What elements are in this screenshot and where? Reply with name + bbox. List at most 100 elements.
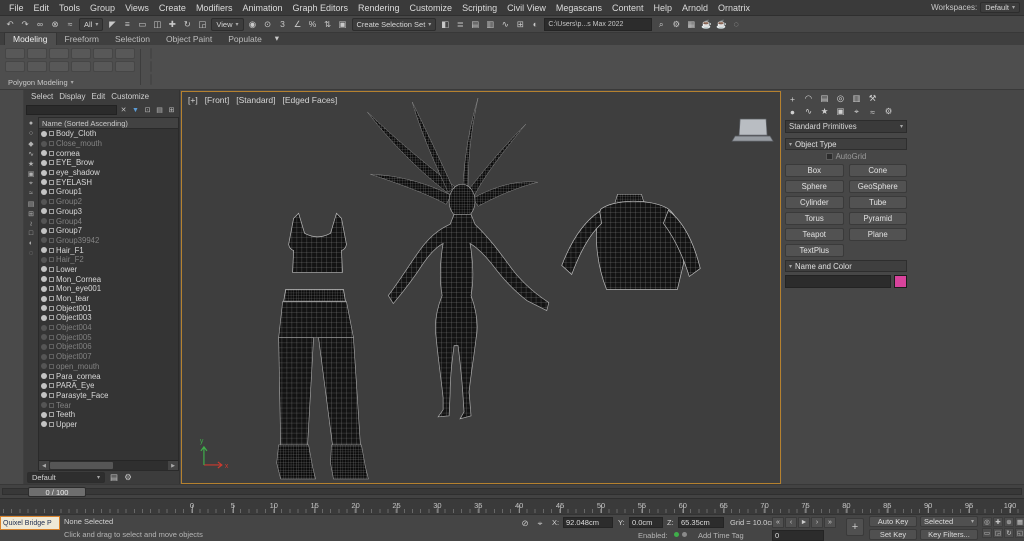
current-frame-field[interactable]: 0 (772, 530, 824, 541)
ribbon-tool-icon[interactable] (5, 48, 25, 59)
visibility-eye-icon[interactable] (41, 141, 47, 147)
isolate-selection-icon[interactable]: ◎ (982, 517, 992, 527)
primitive-pyramid-button[interactable]: Pyramid (849, 212, 908, 225)
time-slider-handle[interactable]: 0 / 100 (28, 487, 86, 497)
visibility-eye-icon[interactable] (41, 373, 47, 379)
primitive-box-button[interactable]: Box (785, 164, 844, 177)
rectangular-selection-region-icon[interactable]: ▭ (135, 18, 149, 31)
spinner-snap-icon[interactable]: ⇅ (321, 18, 335, 31)
auto-key-button[interactable]: Auto Key (869, 516, 917, 527)
lights-category-icon[interactable]: ★ (817, 106, 832, 118)
ribbon-tab-object-paint[interactable]: Object Paint (158, 33, 220, 45)
scene-object-row[interactable]: PARA_Eye (39, 381, 178, 391)
modify-tab-icon[interactable]: ◠ (801, 93, 816, 105)
key-filters-button[interactable]: Key Filters... (920, 529, 978, 540)
scene-object-row[interactable]: Mon_tear (39, 294, 178, 304)
time-slider[interactable]: 0 / 100 (0, 484, 1024, 498)
explorer-horizontal-scrollbar[interactable]: ◀ ▶ (39, 460, 178, 470)
object-name-input[interactable] (785, 275, 891, 288)
model-laptop[interactable] (732, 119, 773, 141)
select-link-icon[interactable]: ∞ (33, 18, 47, 31)
model-tank-top[interactable] (289, 213, 347, 272)
display-all-icon[interactable]: ● (26, 119, 37, 128)
scene-object-row[interactable]: Mon_Cornea (39, 274, 178, 284)
scene-object-row[interactable]: Teeth (39, 410, 178, 420)
scroll-left-arrow-icon[interactable]: ◀ (39, 461, 49, 470)
menu-ornatrix[interactable]: Ornatrix (713, 3, 755, 13)
explorer-menu-select[interactable]: Select (28, 92, 56, 101)
hierarchy-tab-icon[interactable]: ▤ (817, 93, 832, 105)
redo-icon[interactable]: ↷ (18, 18, 32, 31)
viewport-canvas[interactable]: x y (182, 92, 780, 483)
ribbon-tab-modeling[interactable]: Modeling (4, 32, 57, 45)
display-bones-icon[interactable]: ≀ (26, 219, 37, 228)
display-cameras-icon[interactable]: ▣ (26, 169, 37, 178)
display-none-icon[interactable]: ○ (26, 129, 37, 138)
display-groups-icon[interactable]: ▤ (26, 199, 37, 208)
enabled-dot-on[interactable] (674, 532, 679, 537)
visibility-eye-icon[interactable] (41, 286, 47, 292)
visibility-eye-icon[interactable] (41, 179, 47, 185)
scene-object-row[interactable]: Group1 (39, 187, 178, 197)
menu-rendering[interactable]: Rendering (353, 3, 405, 13)
explorer-options-icon[interactable]: ⊞ (166, 105, 177, 116)
primitive-textplus-button[interactable]: TextPlus (785, 244, 844, 257)
ribbon-tool-icon[interactable] (5, 61, 25, 72)
time-slider-track[interactable] (2, 488, 1022, 495)
snaps-toggle-icon[interactable]: 3 (276, 18, 290, 31)
cloud-render-icon[interactable]: ◌ (729, 18, 743, 31)
motion-tab-icon[interactable]: ◎ (833, 93, 848, 105)
display-xrefs-icon[interactable]: ⊞ (26, 209, 37, 218)
object-color-swatch[interactable] (894, 275, 907, 288)
ribbon-tool-icon[interactable] (71, 48, 91, 59)
unlink-selection-icon[interactable]: ⊗ (48, 18, 62, 31)
shapes-category-icon[interactable]: ∿ (801, 106, 816, 118)
visibility-eye-icon[interactable] (41, 276, 47, 282)
display-containers-icon[interactable]: □ (26, 229, 37, 238)
field-of-view-icon[interactable]: ◲ (993, 528, 1003, 538)
ribbon-tool-icon[interactable] (93, 61, 113, 72)
ribbon-tool-icon[interactable] (115, 61, 135, 72)
angle-snap-icon[interactable]: ∠ (291, 18, 305, 31)
scene-object-row[interactable]: cornea (39, 148, 178, 158)
clear-search-icon[interactable]: ✕ (118, 105, 129, 116)
explorer-menu-display[interactable]: Display (56, 92, 88, 101)
visibility-eye-icon[interactable] (41, 363, 47, 369)
scrollbar-thumb[interactable] (50, 462, 113, 469)
selected-range-dropdown[interactable]: Selected ▾ (920, 516, 978, 527)
display-selection-icon[interactable]: ◌ (26, 249, 37, 258)
scene-object-row[interactable]: Hair_F1 (39, 245, 178, 255)
viewport-label-segment-0[interactable]: [+] (188, 95, 198, 105)
scene-object-row[interactable]: open_mouth (39, 362, 178, 372)
visibility-eye-icon[interactable] (41, 354, 47, 360)
project-path-field[interactable]: C:\Users\p...s Max 2022 (544, 18, 652, 31)
enabled-dot-off[interactable] (682, 532, 687, 537)
scene-object-row[interactable]: Lower (39, 265, 178, 275)
ribbon-tool-icon[interactable] (49, 61, 69, 72)
use-pivot-center-icon[interactable]: ◉ (246, 18, 260, 31)
display-spacewarps-icon[interactable]: ≈ (26, 189, 37, 198)
scene-object-row[interactable]: Close_mouth (39, 139, 178, 149)
ribbon-tool-icon[interactable] (150, 74, 152, 85)
visibility-eye-icon[interactable] (41, 334, 47, 340)
viewport[interactable]: [+][Front][Standard][Edged Faces] (181, 91, 781, 484)
display-shapes-icon[interactable]: ∿ (26, 149, 37, 158)
visibility-eye-icon[interactable] (41, 208, 47, 214)
scene-object-row[interactable]: Object001 (39, 303, 178, 313)
visibility-eye-icon[interactable] (41, 228, 47, 234)
menu-edit[interactable]: Edit (29, 3, 55, 13)
select-object-icon[interactable]: ◤ (105, 18, 119, 31)
next-frame-icon[interactable]: › (811, 517, 823, 528)
render-setup-icon[interactable]: ⚙ (669, 18, 683, 31)
undo-icon[interactable]: ↶ (3, 18, 17, 31)
visibility-eye-icon[interactable] (41, 421, 47, 427)
menu-help[interactable]: Help (648, 3, 677, 13)
scene-object-row[interactable]: Object003 (39, 313, 178, 323)
primitive-torus-button[interactable]: Torus (785, 212, 844, 225)
scene-object-row[interactable]: eye_shadow (39, 168, 178, 178)
selection-lock-icon[interactable]: ⊘ (518, 517, 532, 530)
scroll-right-arrow-icon[interactable]: ▶ (168, 461, 178, 470)
display-materials-icon[interactable]: ◐ (26, 239, 37, 248)
visibility-eye-icon[interactable] (41, 383, 47, 389)
geometry-category-icon[interactable]: ● (785, 106, 800, 118)
